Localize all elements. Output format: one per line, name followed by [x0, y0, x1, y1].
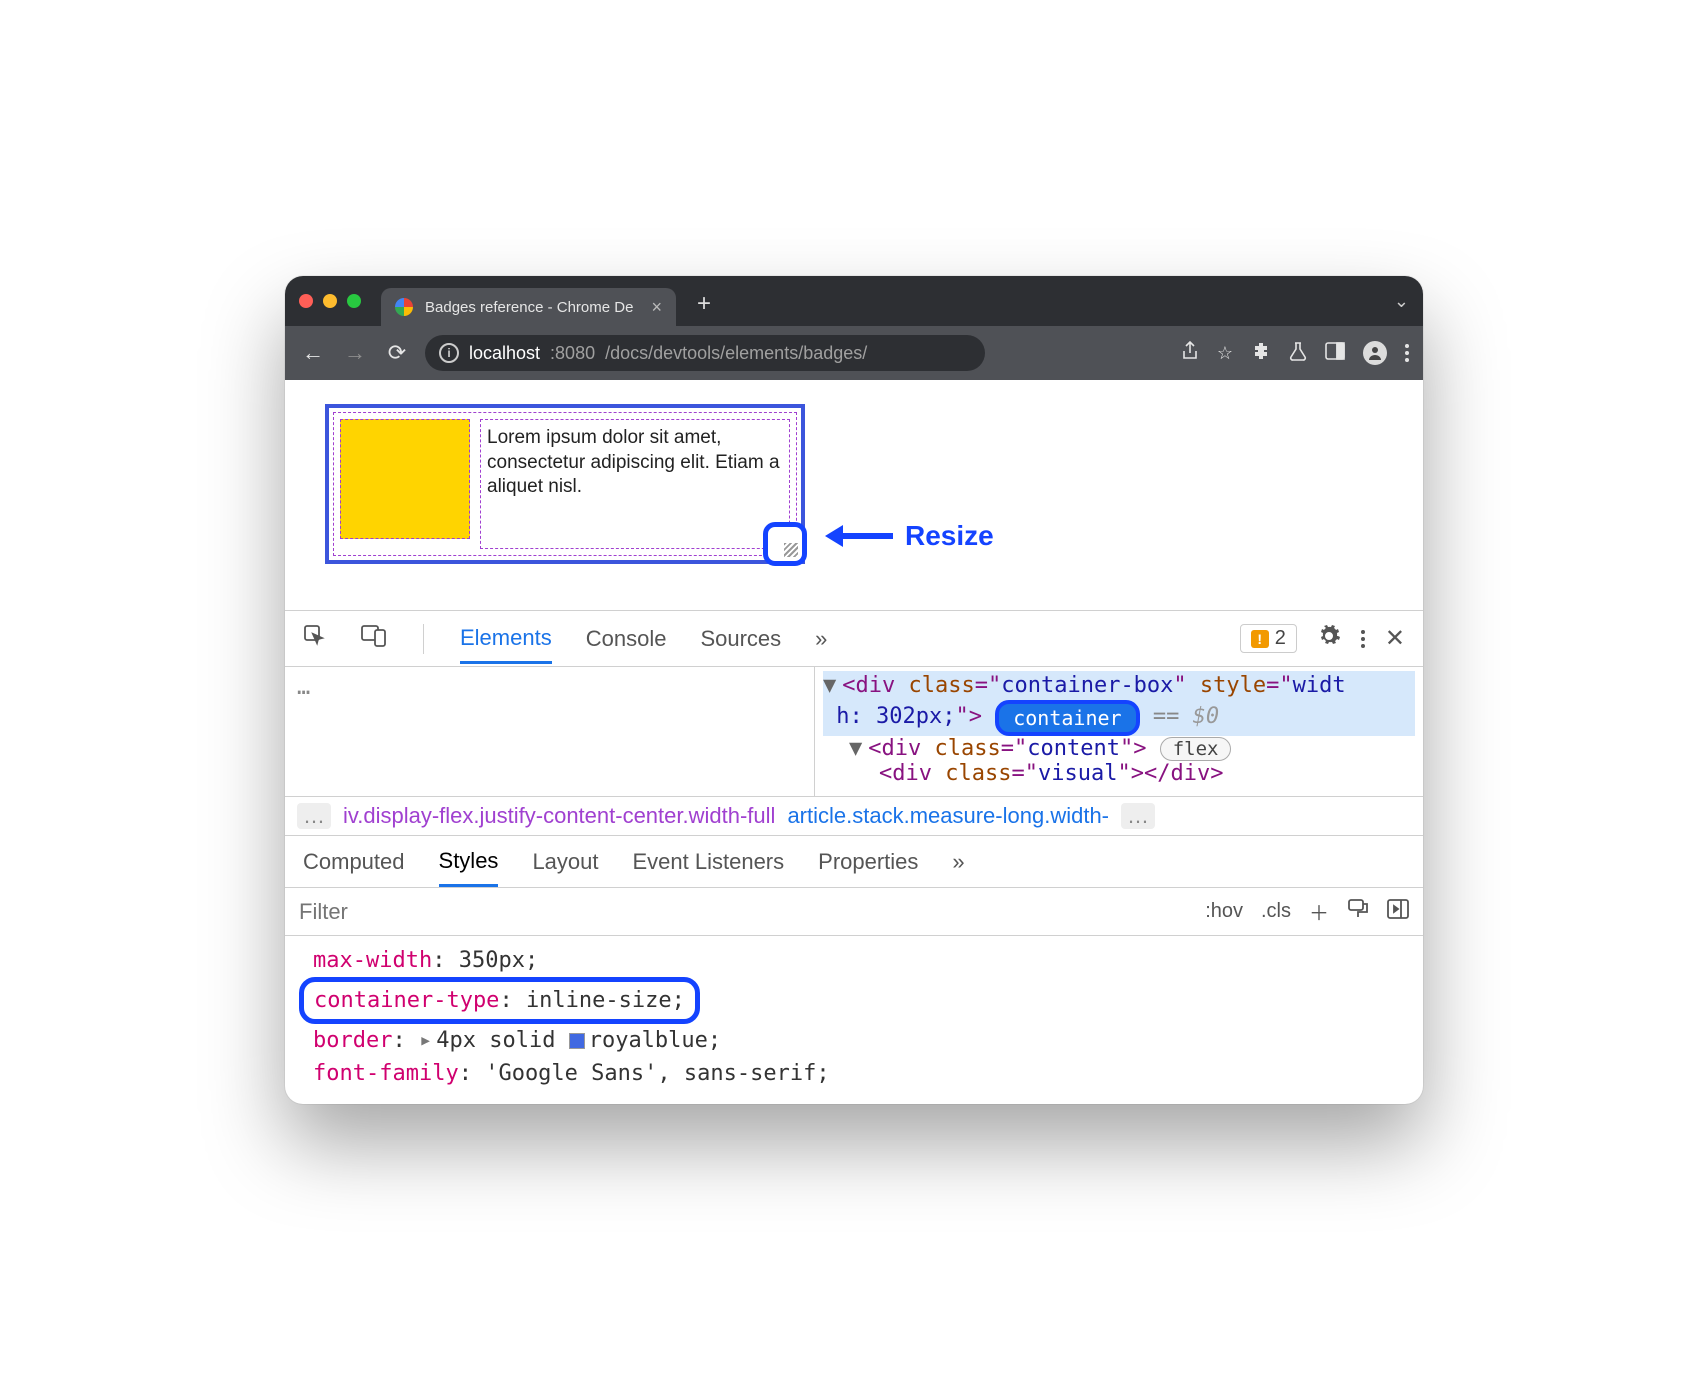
address-bar[interactable]: i localhost :8080/docs/devtools/elements/… [425, 335, 985, 371]
dom-tree-gutter: … [285, 667, 815, 796]
browser-menu-icon[interactable] [1405, 344, 1409, 362]
close-window[interactable] [299, 294, 313, 308]
forward-button[interactable]: → [341, 340, 369, 366]
chrome-favicon-icon [395, 298, 413, 316]
crumb-segment[interactable]: article.stack.measure-long.width- [787, 803, 1109, 829]
back-button[interactable]: ← [299, 340, 327, 366]
tab-more[interactable]: » [815, 626, 827, 652]
styles-filter-row: :hov .cls ＋ [285, 888, 1423, 936]
devtools-panel: Elements Console Sources » ! 2 ✕ … [285, 610, 1423, 1104]
minimize-window[interactable] [323, 294, 337, 308]
lorem-text: Lorem ipsum dolor sit amet, consectetur … [480, 419, 790, 549]
dom-tree: … ▼<div class="container-box" style="wid… [285, 667, 1423, 797]
maximize-window[interactable] [347, 294, 361, 308]
css-declaration[interactable]: max-width: 350px; [313, 944, 1405, 977]
tab-event-listeners[interactable]: Event Listeners [633, 849, 785, 875]
warning-icon: ! [1251, 630, 1269, 648]
resize-handle[interactable] [763, 522, 807, 566]
expand-tri-icon[interactable]: ▸ [419, 1028, 432, 1053]
devtools-main-tabs: Elements Console Sources » ! 2 ✕ [285, 611, 1423, 667]
profile-avatar[interactable] [1363, 341, 1387, 365]
css-declaration-highlighted[interactable]: container-type: inline-size; [299, 977, 700, 1024]
annotation-label: Resize [905, 520, 994, 552]
tab-close-icon[interactable]: × [651, 297, 662, 318]
paint-icon[interactable] [1347, 898, 1369, 926]
settings-icon[interactable] [1317, 624, 1341, 654]
new-tab-button[interactable]: + [688, 288, 720, 320]
dom-child-node[interactable]: ▼<div class="content"> flex [823, 736, 1415, 761]
issues-counter[interactable]: ! 2 [1240, 624, 1297, 653]
resize-annotation: Resize [825, 520, 994, 552]
styles-filter-input[interactable] [299, 899, 1187, 925]
cls-toggle[interactable]: .cls [1261, 900, 1291, 923]
tab-more[interactable]: » [952, 849, 964, 875]
css-declaration[interactable]: font-family: 'Google Sans', sans-serif; [313, 1057, 1405, 1090]
url-host: localhost [469, 343, 540, 364]
share-icon[interactable] [1181, 341, 1199, 366]
new-rule-icon[interactable]: ＋ [1309, 897, 1329, 926]
issues-count: 2 [1275, 627, 1286, 650]
tab-title: Badges reference - Chrome De [425, 299, 633, 316]
browser-toolbar: ← → ⟳ i localhost :8080/docs/devtools/ele… [285, 326, 1423, 380]
labs-icon[interactable] [1289, 341, 1307, 366]
browser-tab[interactable]: Badges reference - Chrome De × [381, 288, 676, 326]
flex-badge[interactable]: flex [1160, 737, 1232, 761]
css-declaration[interactable]: border: ▸4px solid royalblue; [313, 1024, 1405, 1057]
url-port: :8080 [550, 343, 595, 364]
container-element[interactable]: Lorem ipsum dolor sit amet, consectetur … [325, 404, 805, 564]
color-swatch[interactable] [569, 1033, 585, 1049]
device-toggle-icon[interactable] [361, 625, 387, 653]
reload-button[interactable]: ⟳ [383, 340, 411, 366]
tab-computed[interactable]: Computed [303, 849, 405, 875]
browser-window: Badges reference - Chrome De × + ⌄ ← → ⟳… [285, 276, 1423, 1104]
bookmark-icon[interactable]: ☆ [1217, 343, 1233, 364]
crumb-ellipsis-right[interactable]: … [1121, 803, 1155, 829]
extensions-icon[interactable] [1251, 341, 1271, 366]
expand-icon[interactable]: ▼ [823, 673, 836, 698]
tab-properties[interactable]: Properties [818, 849, 918, 875]
site-info-icon[interactable]: i [439, 343, 459, 363]
crumb-ellipsis-left[interactable]: … [297, 803, 331, 829]
tab-list-chevron-icon[interactable]: ⌄ [1394, 291, 1409, 312]
devtools-menu-icon[interactable] [1361, 630, 1365, 648]
toolbar-actions: ☆ [1181, 341, 1409, 366]
styles-pane[interactable]: max-width: 350px; container-type: inline… [285, 936, 1423, 1104]
devtools-overlay: Lorem ipsum dolor sit amet, consectetur … [333, 412, 797, 556]
window-controls [299, 294, 361, 308]
tab-console[interactable]: Console [586, 626, 667, 652]
tab-sources[interactable]: Sources [700, 626, 781, 652]
tab-layout[interactable]: Layout [532, 849, 598, 875]
dom-ellipsis: … [297, 675, 310, 700]
dom-tree-body[interactable]: ▼<div class="container-box" style="widt … [815, 667, 1423, 796]
expand-icon[interactable]: ▼ [849, 736, 862, 761]
dom-grandchild-node[interactable]: <div class="visual"></div> [823, 761, 1415, 786]
titlebar: Badges reference - Chrome De × + ⌄ [285, 276, 1423, 326]
container-badge[interactable]: container [995, 700, 1139, 736]
toggle-sidebar-icon[interactable] [1387, 899, 1409, 925]
inspect-icon[interactable] [303, 624, 327, 654]
dom-breadcrumb[interactable]: … iv.display-flex.justify-content-center… [285, 797, 1423, 836]
hov-toggle[interactable]: :hov [1205, 900, 1243, 923]
url-path: /docs/devtools/elements/badges/ [605, 343, 867, 364]
devtools-close-icon[interactable]: ✕ [1385, 624, 1405, 653]
tab-elements[interactable]: Elements [460, 625, 552, 664]
tab-styles[interactable]: Styles [439, 848, 499, 887]
visual-box [340, 419, 470, 539]
crumb-segment[interactable]: iv.display-flex.justify-content-center.w… [343, 803, 775, 829]
dom-selected-node[interactable]: ▼<div class="container-box" style="widt … [823, 671, 1415, 736]
page-viewport: Lorem ipsum dolor sit amet, consectetur … [285, 380, 1423, 610]
styles-tabs: Computed Styles Layout Event Listeners P… [285, 836, 1423, 888]
side-panel-icon[interactable] [1325, 342, 1345, 365]
arrow-icon [825, 521, 895, 551]
